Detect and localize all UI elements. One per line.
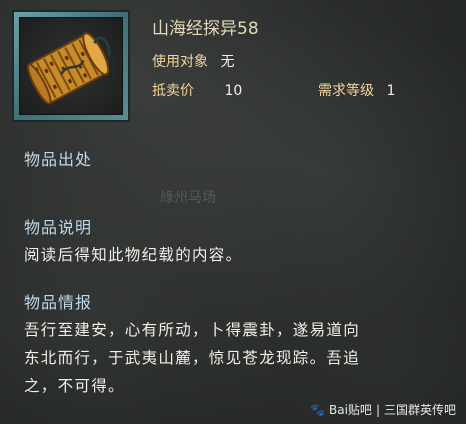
level-label: 需求等级 (318, 83, 374, 99)
description-heading: 物品说明 (24, 218, 93, 237)
baidu-watermark: Bai贴吧 (329, 403, 372, 417)
forum-name[interactable]: 三国群英传吧 (384, 401, 456, 418)
target-value: 无 (220, 54, 235, 70)
info-line: 吾行至建安，心有所动，卜得震卦，遂易道向 (24, 321, 361, 339)
info-heading: 物品情报 (24, 293, 93, 312)
paw-icon: 🐾 (310, 402, 326, 417)
info-line: 东北而行，于武夷山麓，惊见苍龙现踪。吾追 (24, 349, 361, 367)
price-label: 抵卖价 (152, 83, 194, 99)
scroll-icon (26, 32, 111, 105)
divider: | (375, 402, 380, 417)
source-heading: 物品出处 (24, 150, 93, 169)
source-faint-text: 綠州马场 (160, 190, 216, 206)
target-label: 使用对象 (152, 54, 208, 70)
footer-watermark: 🐾 Bai贴吧 | 三国群英传吧 (310, 401, 456, 418)
info-line: 之，不可得。 (24, 377, 125, 395)
price-value: 10 (224, 83, 243, 99)
info-text: 吾行至建安，心有所动，卜得震卦，遂易道向 东北而行，于武夷山麓，惊见苍龙现踪。吾… (24, 316, 454, 400)
item-icon-frame[interactable] (12, 10, 130, 122)
item-name: 山海经探异58 (152, 19, 259, 39)
description-text: 阅读后得知此物纪载的内容。 (24, 246, 243, 264)
level-value: 1 (386, 83, 396, 99)
